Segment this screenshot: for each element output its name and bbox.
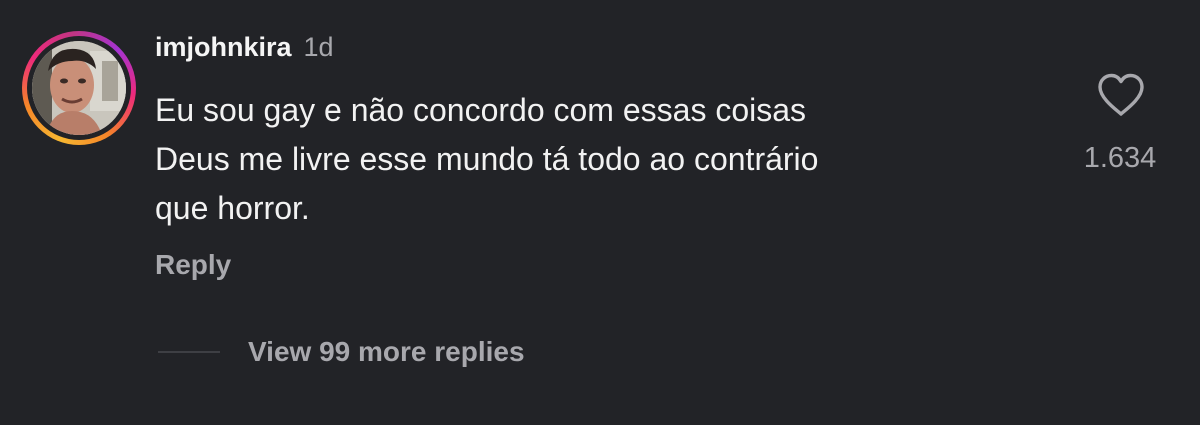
replies-divider [158,351,220,353]
comment-line: Deus me livre esse mundo tá todo ao cont… [155,141,819,177]
avatar-photo [32,41,126,135]
heart-outline-icon[interactable] [1096,72,1146,118]
reply-button[interactable]: Reply [155,249,231,281]
view-replies-button[interactable]: View 99 more replies [158,336,525,368]
avatar-gap [27,36,131,140]
comment-line: Eu sou gay e não concordo com essas cois… [155,92,807,128]
like-count: 1.634 [1083,142,1157,174]
comment-text: Eu sou gay e não concordo com essas cois… [155,86,1055,233]
timestamp: 1d [303,32,334,62]
username[interactable]: imjohnkira [155,32,292,63]
comment-card: imjohnkira 1d Eu sou gay e não concordo … [0,0,1200,425]
comment-line: que horror. [155,190,310,226]
comment-header: imjohnkira 1d [155,32,334,63]
avatar[interactable] [32,41,126,135]
view-replies-label: View 99 more replies [248,336,525,367]
story-ring[interactable] [22,31,136,145]
